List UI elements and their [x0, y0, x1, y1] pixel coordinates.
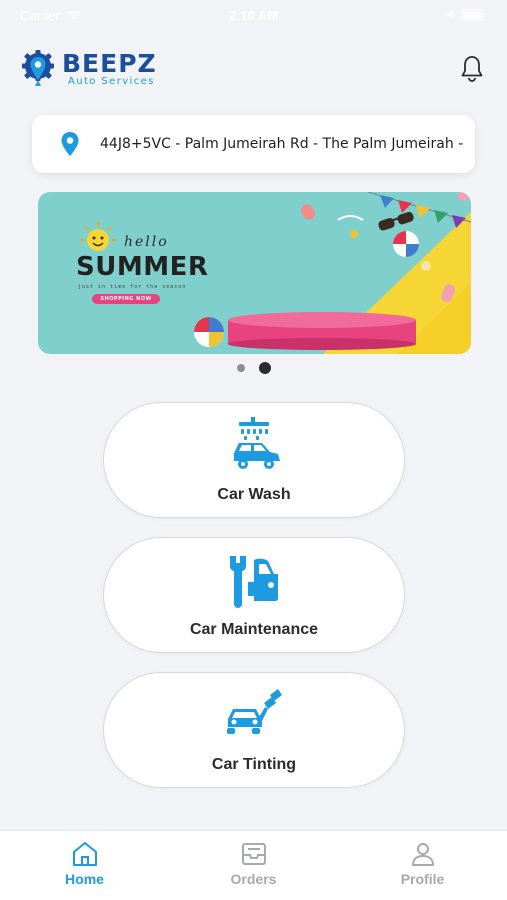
profile-icon — [411, 843, 434, 866]
tab-profile[interactable]: Profile — [363, 841, 483, 887]
battery-icon — [461, 9, 487, 21]
app-header: BEEPZ Auto Services — [20, 48, 487, 90]
carousel-dot-1[interactable] — [236, 364, 245, 372]
brand-logo: BEEPZ Auto Services — [20, 50, 157, 88]
banner-cta-button[interactable]: SHOPPING NOW — [92, 294, 160, 304]
brand-name: BEEPZ — [62, 49, 157, 78]
orders-icon — [241, 843, 266, 865]
carrier-label: Carrier — [20, 7, 60, 23]
status-right — [445, 9, 487, 21]
bottom-tab-bar: Home Orders Profile — [0, 830, 507, 900]
service-label: Car Tinting — [211, 756, 297, 773]
banner-tagline: just in time for the season — [78, 284, 187, 290]
logo-text: BEEPZ Auto Services — [62, 51, 157, 87]
service-label: Car Wash — [217, 486, 291, 503]
carousel-indicator — [0, 362, 507, 374]
banner-headline-big: SUMMER — [76, 252, 209, 282]
car-tinting-icon — [224, 686, 284, 746]
bell-icon — [461, 56, 483, 82]
location-arrow-icon — [446, 11, 454, 19]
service-label: Car Maintenance — [189, 621, 319, 638]
brand-tagline: Auto Services — [68, 76, 155, 87]
service-card-car-maintenance[interactable]: Car Maintenance — [103, 537, 405, 653]
tab-orders-label: Orders — [230, 871, 277, 887]
home-icon — [72, 842, 97, 866]
tab-home[interactable]: Home — [25, 841, 145, 887]
location-selector[interactable]: 44J8+5VC - Palm Jumeirah Rd - The Palm J… — [32, 115, 475, 173]
status-left: Carrier — [20, 8, 82, 23]
location-address: 44J8+5VC - Palm Jumeirah Rd - The Palm J… — [100, 136, 463, 152]
gear-pin-logo-icon — [22, 50, 54, 86]
promo-banner[interactable]: hello SUMMER just in time for the season… — [38, 192, 471, 354]
carousel-dot-2[interactable] — [258, 362, 271, 374]
status-bar: Carrier 2:10 AM — [0, 0, 507, 30]
banner-headline-small: hello — [124, 234, 169, 250]
car-maintenance-icon — [224, 551, 284, 611]
car-wash-icon — [224, 416, 284, 476]
service-card-car-tinting[interactable]: Car Tinting — [103, 672, 405, 788]
service-card-car-wash[interactable]: Car Wash — [103, 402, 405, 518]
location-pin-icon — [61, 132, 79, 156]
tab-orders[interactable]: Orders — [194, 841, 314, 887]
tab-profile-label: Profile — [400, 871, 445, 887]
status-time: 2:10 AM — [228, 7, 279, 23]
wifi-icon — [67, 10, 81, 20]
notification-bell-button[interactable] — [457, 54, 487, 84]
tab-home-label: Home — [65, 871, 104, 887]
